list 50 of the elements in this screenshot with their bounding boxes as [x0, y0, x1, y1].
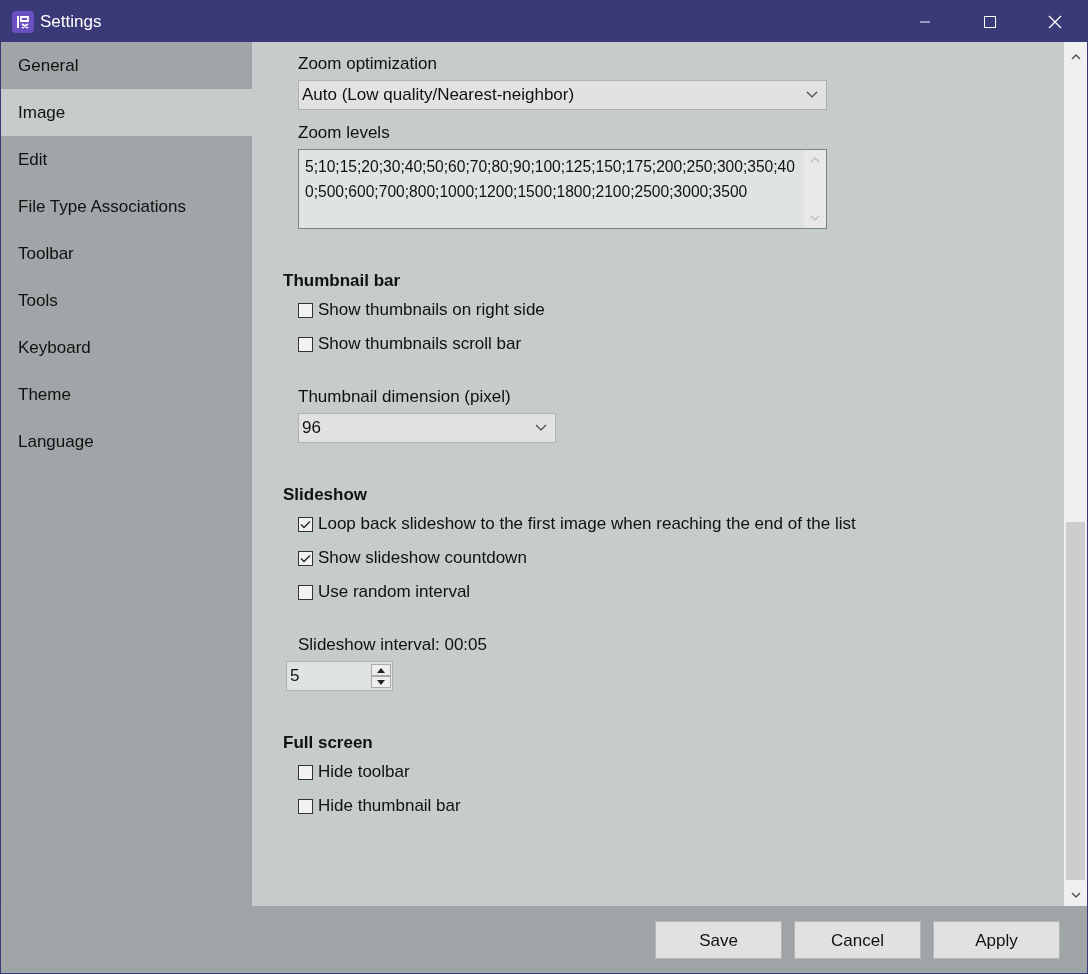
checkbox-label[interactable]: Show slideshow countdown [318, 545, 527, 571]
field-label: Zoom levels [298, 122, 390, 144]
number-field[interactable]: 5 [286, 661, 393, 691]
checkbox[interactable] [298, 550, 313, 566]
sidebar-item[interactable]: Language [1, 418, 252, 465]
sidebar-item[interactable]: Edit [1, 136, 252, 183]
scroll-down-icon[interactable] [1070, 892, 1081, 900]
field-label: Zoom optimization [298, 53, 437, 75]
scroll-thumb[interactable] [1066, 522, 1085, 880]
checkbox-label[interactable]: Show thumbnails on right side [318, 297, 545, 323]
chevron-down-icon [806, 91, 818, 99]
triangle-down-icon [377, 679, 385, 685]
checkbox[interactable] [298, 302, 313, 318]
window-title: Settings [40, 10, 102, 33]
sidebar-item[interactable]: General [1, 42, 252, 89]
checkbox-label[interactable]: Hide thumbnail bar [318, 793, 461, 819]
maximize-icon [983, 15, 996, 28]
dropdown[interactable]: 96 [298, 413, 556, 443]
dialog-button[interactable]: Cancel [794, 920, 921, 959]
scroll-bar[interactable] [1064, 42, 1087, 906]
sidebar-item[interactable]: Theme [1, 371, 252, 418]
sidebar-item[interactable]: Toolbar [1, 230, 252, 277]
checkbox[interactable] [298, 764, 313, 780]
checkbox-label[interactable]: Show thumbnails scroll bar [318, 331, 522, 357]
section-heading: Full screen [283, 732, 374, 754]
section-heading: Thumbnail bar [283, 270, 402, 292]
sidebar-item[interactable]: Keyboard [1, 324, 252, 371]
section-heading: Slideshow [283, 484, 369, 506]
checkbox-label[interactable]: Use random interval [318, 579, 471, 605]
checkbox-label[interactable]: Hide toolbar [318, 759, 410, 785]
checkbox[interactable] [298, 516, 313, 532]
spin-down-button[interactable] [371, 676, 391, 688]
checkbox-label[interactable]: Loop back slideshow to the first image when reaching the end of the list [318, 511, 856, 537]
chevron-down-icon [535, 424, 547, 432]
dialog-button[interactable]: Apply [933, 920, 1060, 959]
app-icon [12, 10, 34, 33]
checkbox[interactable] [298, 584, 313, 600]
dropdown[interactable]: Auto (Low quality/Nearest-neighbor) [298, 80, 827, 110]
sidebar-item[interactable]: Tools [1, 277, 252, 324]
field-label: Slideshow interval: 00:05 [298, 634, 487, 656]
scroll-up-icon[interactable] [1070, 52, 1081, 60]
sidebar-item[interactable]: File Type Associations [1, 183, 252, 230]
close-icon [1047, 14, 1062, 29]
checkbox[interactable] [298, 336, 313, 352]
dialog-button[interactable]: Save [655, 920, 782, 959]
checkbox[interactable] [298, 798, 313, 814]
field-label: Thumbnail dimension (pixel) [298, 386, 511, 408]
triangle-up-icon [377, 667, 385, 673]
spin-up-button[interactable] [371, 664, 391, 676]
sidebar-item[interactable]: Image [1, 89, 252, 136]
